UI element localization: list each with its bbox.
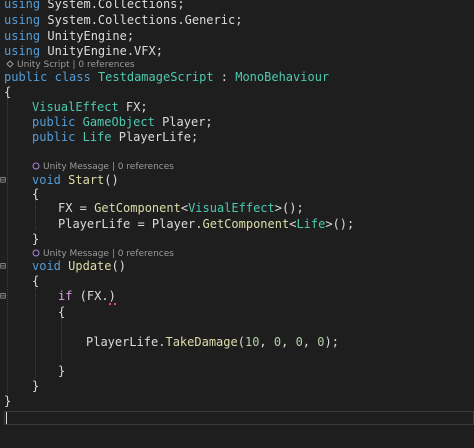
- method-name: Update: [68, 259, 112, 273]
- keyword: void: [32, 173, 61, 187]
- brace: }: [32, 232, 40, 246]
- brace: }: [58, 364, 66, 378]
- method-name: Start: [68, 173, 105, 187]
- indent-guide: [35, 200, 36, 230]
- fold-toggle-icon[interactable]: ⊟: [0, 288, 6, 305]
- separator: :: [213, 70, 236, 84]
- text-caret: [6, 412, 7, 424]
- generic-type: Life: [296, 217, 326, 231]
- arg-number: 0: [295, 335, 303, 349]
- brace: {: [4, 85, 12, 99]
- generic-type: VisualEffect: [188, 201, 275, 215]
- modifier: public: [32, 130, 76, 144]
- update-close-brace: }: [32, 378, 39, 395]
- indent-guide: [35, 288, 36, 378]
- keyword: void: [32, 259, 61, 273]
- field-playerlife: public Life PlayerLife;: [32, 129, 198, 146]
- lhs: FX =: [58, 201, 95, 215]
- keyword: class: [54, 70, 91, 84]
- comma: ,: [281, 335, 296, 349]
- method-call: GetComponent: [94, 201, 181, 215]
- lhs: PlayerLife = Player.: [58, 217, 203, 231]
- comma: ,: [302, 335, 318, 349]
- indent-guide: [61, 318, 62, 362]
- field-name: PlayerLife;: [111, 130, 199, 144]
- namespace: UnityEngine.VFX;: [47, 44, 163, 58]
- namespace: System.Collections.Generic;: [47, 13, 243, 27]
- method-call: GetComponent: [202, 217, 290, 231]
- params: (): [104, 173, 119, 187]
- keyword: using: [4, 29, 41, 43]
- namespace: UnityEngine;: [47, 29, 135, 43]
- current-line-highlight: [4, 411, 474, 425]
- take-damage-call: PlayerLife.TakeDamage(10, 0, 0, 0);: [86, 334, 339, 351]
- codelens-text: Unity Message | 0 references: [43, 162, 174, 172]
- code-editor[interactable]: using System.Collections; using System.C…: [0, 0, 474, 448]
- comma: ,: [259, 335, 274, 349]
- brace: {: [32, 274, 40, 288]
- unity-message-icon: [32, 249, 40, 257]
- params: (): [111, 259, 126, 273]
- angle: <: [180, 201, 189, 215]
- brace: {: [32, 187, 40, 201]
- call-end: );: [324, 335, 339, 349]
- condition: (FX.: [72, 289, 109, 303]
- brace: }: [32, 379, 40, 393]
- keyword: using: [4, 13, 41, 27]
- call-end: >();: [325, 217, 355, 231]
- keyword: if: [58, 289, 73, 303]
- error-squiggle[interactable]: ): [108, 289, 116, 305]
- field-type: Life: [82, 130, 112, 144]
- keyword: using: [4, 44, 41, 58]
- start-stmt-1: FX = GetComponent<VisualEffect>();: [58, 200, 304, 217]
- using-line-2: using System.Collections.Generic;: [4, 12, 242, 29]
- field-name: Player;: [154, 115, 213, 129]
- start-close-brace: }: [32, 231, 39, 248]
- keyword: using: [4, 0, 41, 11]
- start-declaration: void Start(): [32, 172, 119, 189]
- class-declaration: public class TestdamageScript : MonoBeha…: [4, 69, 329, 86]
- namespace: System.Collections;: [47, 0, 185, 11]
- method-call: TakeDamage: [165, 335, 238, 349]
- if-statement: if (FX.): [58, 288, 116, 305]
- class-name: TestdamageScript: [97, 70, 214, 84]
- arg-number: 10: [244, 335, 260, 349]
- object: PlayerLife.: [86, 335, 166, 349]
- indent-guide: [7, 98, 8, 394]
- if-close-brace: }: [58, 363, 65, 380]
- brace: {: [58, 305, 66, 319]
- class-close-brace: }: [4, 393, 11, 410]
- brace: }: [4, 394, 12, 408]
- start-stmt-2: PlayerLife = Player.GetComponent<Life>()…: [58, 216, 354, 233]
- call-end: >();: [274, 201, 304, 215]
- field-type: GameObject: [82, 115, 155, 129]
- modifier: public: [32, 115, 76, 129]
- update-declaration: void Update(): [32, 258, 126, 275]
- modifier: public: [4, 70, 48, 84]
- paren: (: [237, 335, 245, 349]
- unity-message-icon: [32, 162, 40, 170]
- fold-toggle-icon[interactable]: ⊟: [0, 172, 6, 189]
- base-class: MonoBehaviour: [235, 70, 330, 84]
- field-type: VisualEffect: [32, 100, 119, 114]
- unity-script-icon: [6, 60, 14, 68]
- field-name: FX;: [118, 100, 148, 114]
- fold-toggle-icon[interactable]: ⊟: [0, 258, 6, 275]
